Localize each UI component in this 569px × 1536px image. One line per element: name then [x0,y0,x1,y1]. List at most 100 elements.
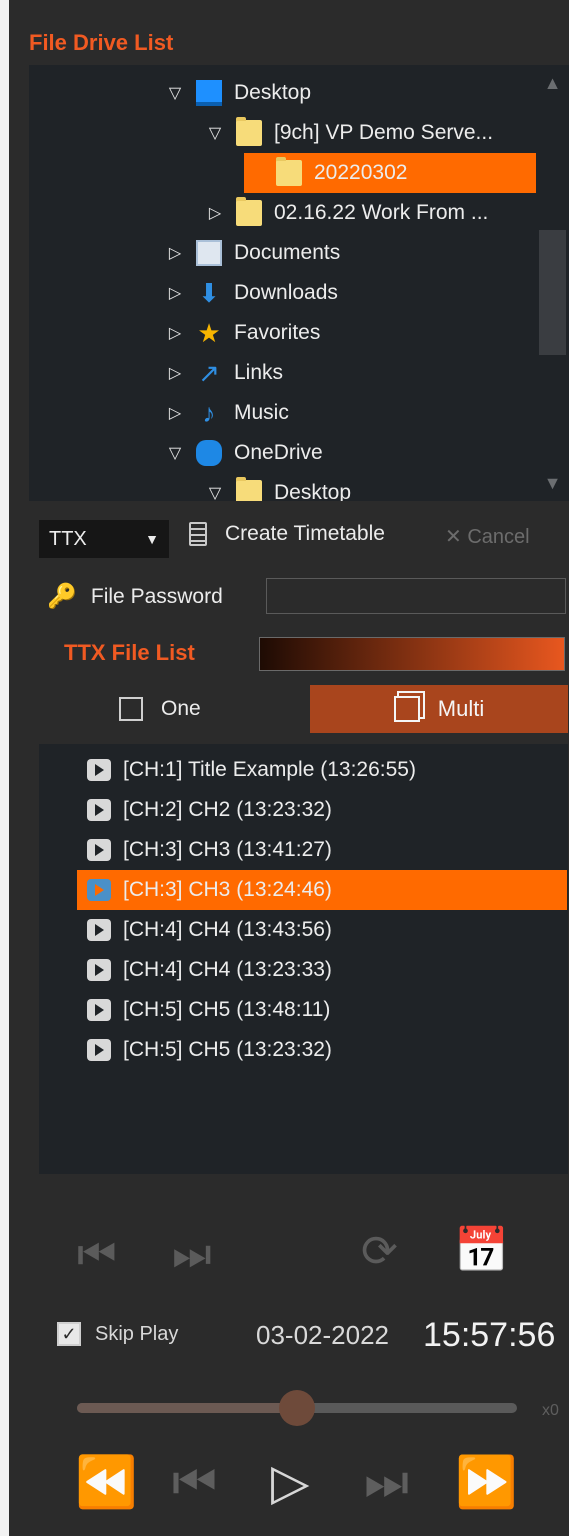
collapse-arrow-icon[interactable]: ▷ [204,203,226,223]
play-file-icon [87,1039,111,1061]
download-arrow-icon: ⬇ [198,278,220,308]
collapse-arrow-icon[interactable]: ▷ [164,323,186,343]
tree-item-label: [9ch] VP Demo Serve... [274,121,494,144]
format-select[interactable]: TTX ▼ [39,520,169,558]
play-file-icon [87,759,111,781]
multi-button[interactable]: Multi [310,685,568,733]
tree-item[interactable]: ▽ Desktop [164,73,311,113]
drive-tree[interactable]: ▽ Desktop ▽ [9ch] VP Demo Serve... 20220302 ▷… [29,65,559,501]
expand-arrow-icon[interactable]: ▽ [164,83,186,103]
ttx-file-item[interactable]: [CH:2] CH2 (13:23:32) [77,790,567,830]
music-note-icon: ♪ [202,398,216,428]
current-date: 03-02-2022 [256,1320,389,1350]
tree-item[interactable]: ▷ ★ Favorites [164,313,321,353]
tree-item[interactable]: 20220302 [244,153,536,193]
collapse-arrow-icon[interactable]: ▷ [164,243,186,263]
play-file-icon [87,879,111,901]
ttx-file-list-title: TTX File List [64,640,195,665]
ttx-file-item[interactable]: [CH:5] CH5 (13:48:11) [77,990,567,1030]
documents-icon [196,240,222,266]
ttx-file-label: [CH:5] CH5 (13:23:32) [123,1038,332,1061]
schedule-calendar-icon[interactable]: 📅 [454,1224,509,1276]
ttx-file-label: [CH:1] Title Example (13:26:55) [123,758,416,781]
play-icon[interactable]: ▷ [271,1453,309,1511]
scroll-down-arrow-icon[interactable]: ▼ [536,473,569,494]
one-checkbox-box[interactable] [119,697,143,721]
ttx-file-label: [CH:2] CH2 (13:23:32) [123,798,332,821]
scroll-thumb[interactable] [539,230,566,355]
timetable-icon [189,522,207,546]
folder-icon [236,117,262,146]
scroll-up-arrow-icon[interactable]: ▲ [536,73,569,94]
tree-item-label: OneDrive [234,441,323,464]
file-drive-panel: File Drive List ▽ Desktop ▽ [9ch] VP Demo S… [0,0,569,1536]
link-arrow-icon: ↗ [198,358,220,388]
tree-item-label: 20220302 [314,161,408,184]
step-back-icon[interactable]: ⏮ [172,1453,217,1512]
current-time: 15:57:56 [423,1316,556,1354]
ttx-file-item[interactable]: [CH:4] CH4 (13:23:33) [77,950,567,990]
skip-first-icon[interactable]: ⏮ [77,1230,117,1280]
collapse-arrow-icon[interactable]: ▷ [164,403,186,423]
ttx-file-item[interactable]: [CH:4] CH4 (13:43:56) [77,910,567,950]
chevron-down-icon: ▼ [145,531,159,547]
folder-icon [236,197,262,226]
speed-slider[interactable] [77,1390,517,1426]
expand-arrow-icon[interactable]: ▽ [204,483,226,501]
tree-item-label: Music [234,401,289,424]
skip-play-checkmark[interactable]: ✓ [57,1322,81,1346]
file-drive-list-title: File Drive List [29,30,174,55]
fast-forward-icon[interactable]: ⏩ [455,1453,517,1512]
expand-arrow-icon[interactable]: ▽ [164,443,186,463]
ttx-file-label: [CH:3] CH3 (13:41:27) [123,838,332,861]
tree-item[interactable]: ▷ Documents [164,233,340,273]
tree-item-label: Documents [234,241,341,264]
folder-icon [276,157,302,186]
ttx-progress-bar [259,637,565,671]
ttx-file-item[interactable]: [CH:5] CH5 (13:23:32) [77,1030,567,1070]
tree-item-label: Links [234,361,284,384]
skip-play-label: Skip Play [95,1322,179,1345]
ttx-file-list[interactable]: [CH:1] Title Example (13:26:55) [CH:2] CH… [39,744,568,1174]
tree-item[interactable]: ▽ Desktop [204,473,351,501]
tree-item-label: 02.16.22 Work From ... [274,201,489,224]
tree-item[interactable]: ▽ [9ch] VP Demo Serve... [204,113,493,153]
one-checkbox[interactable]: One [119,697,201,721]
ttx-file-item[interactable]: [CH:3] CH3 (13:24:46) [77,870,567,910]
password-row: 🔑 File Password [47,582,223,611]
password-input[interactable] [266,578,566,614]
one-label: One [161,697,201,720]
tree-item-label: Desktop [274,481,352,501]
skip-last-icon[interactable]: ⏭ [172,1230,212,1280]
ttx-file-label: [CH:4] CH4 (13:43:56) [123,918,332,941]
cancel-button[interactable]: ✕ Cancel [445,524,530,549]
fast-rewind-icon[interactable]: ⏪ [75,1453,137,1512]
create-timetable-label: Create Timetable [225,522,385,545]
collapse-arrow-icon[interactable]: ▷ [164,283,186,303]
tree-item[interactable]: ▷ 02.16.22 Work From ... [204,193,488,233]
speed-slider-thumb[interactable] [279,1390,315,1426]
collapse-arrow-icon[interactable]: ▷ [164,363,186,383]
create-timetable-button[interactable]: Create Timetable [189,522,385,546]
ttx-file-item[interactable]: [CH:3] CH3 (13:41:27) [77,830,567,870]
expand-arrow-icon[interactable]: ▽ [204,123,226,143]
play-file-icon [87,919,111,941]
tree-item[interactable]: ▷ ♪ Music [164,393,289,433]
ttx-file-label: [CH:4] CH4 (13:23:33) [123,958,332,981]
desktop-icon [196,80,222,106]
cloud-icon [196,440,222,466]
multi-windows-icon [393,696,420,722]
tree-item[interactable]: ▷ ↗ Links [164,353,283,393]
play-file-icon [87,999,111,1021]
tree-item[interactable]: ▷ ⬇ Downloads [164,273,338,313]
speed-label: x0 [542,1402,559,1419]
tree-scrollbar[interactable]: ▲ ▼ [536,65,569,501]
skip-play-checkbox[interactable]: ✓ Skip Play [57,1322,178,1346]
step-forward-icon[interactable]: ⏭ [364,1453,409,1512]
tree-item[interactable]: ▽ OneDrive [164,433,323,473]
multi-label: Multi [437,696,485,721]
ttx-file-item[interactable]: [CH:1] Title Example (13:26:55) [77,750,567,790]
play-file-icon [87,839,111,861]
format-select-value: TTX [49,527,87,550]
repeat-disc-icon[interactable]: ⟳ [361,1226,398,1277]
